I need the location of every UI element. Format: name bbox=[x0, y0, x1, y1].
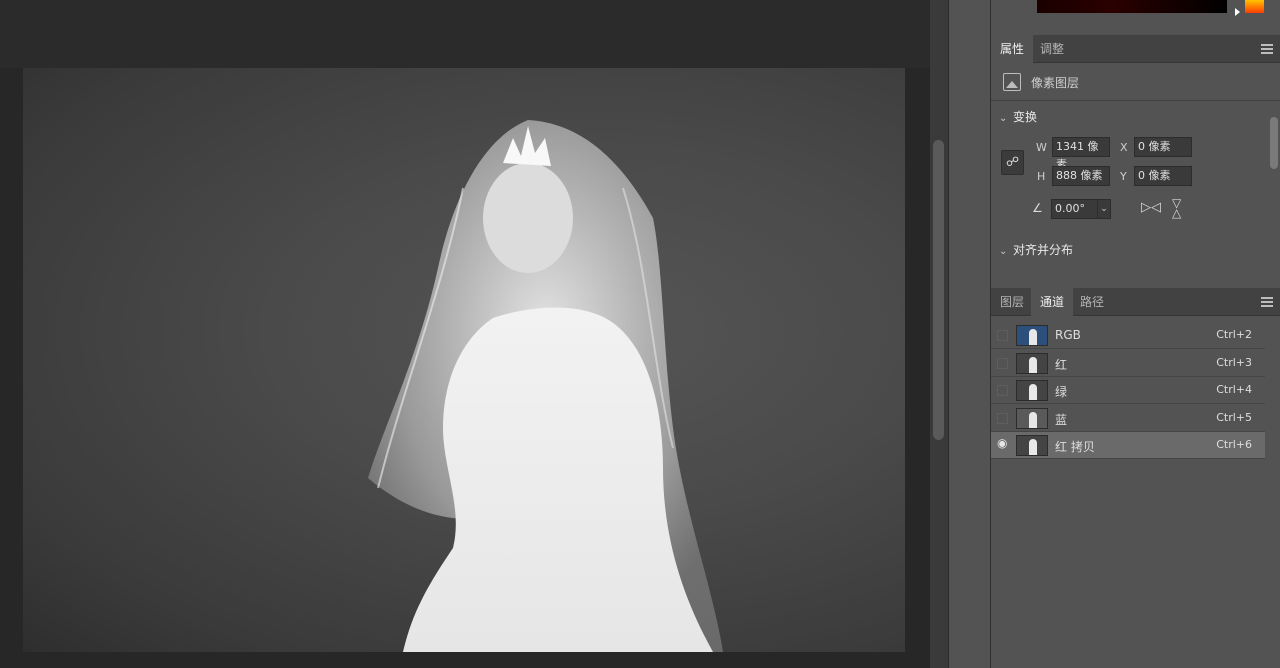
layer-type-label: 像素图层 bbox=[1031, 76, 1080, 90]
color-panel bbox=[991, 0, 1280, 35]
panel-dock-divider bbox=[948, 0, 990, 668]
x-position-field[interactable]: 0 像素 bbox=[1134, 137, 1192, 157]
document-canvas[interactable] bbox=[23, 68, 905, 652]
flip-vertical-icon[interactable]: ▽ △ bbox=[1172, 197, 1181, 219]
transform-title: 变换 bbox=[1013, 110, 1038, 124]
channel-name: RGB bbox=[1055, 328, 1081, 342]
y-label: Y bbox=[1120, 170, 1127, 183]
canvas-workspace[interactable] bbox=[0, 0, 930, 668]
align-distribute-title: 对齐并分布 bbox=[1013, 243, 1074, 257]
visibility-toggle[interactable] bbox=[997, 330, 1008, 341]
properties-tab-bar: 属性 调整 bbox=[991, 35, 1280, 63]
visibility-toggle[interactable] bbox=[997, 358, 1008, 369]
height-label: H bbox=[1037, 170, 1046, 183]
channel-thumbnail bbox=[1016, 435, 1048, 456]
color-marker-icon bbox=[1235, 8, 1240, 16]
current-color-swatch[interactable] bbox=[1245, 0, 1264, 13]
channel-row-blue[interactable]: 蓝 Ctrl+5 bbox=[991, 405, 1265, 432]
right-panel-dock: 属性 调整 像素图层 ⌄ 变换 ☍ W 1341 像素 X 0 像素 H 888 … bbox=[990, 0, 1280, 668]
channel-thumbnail bbox=[1016, 325, 1048, 346]
angle-icon: ∠ bbox=[1032, 201, 1043, 215]
channel-row-red[interactable]: 红 Ctrl+3 bbox=[991, 350, 1265, 377]
scrollbar-thumb[interactable] bbox=[1270, 117, 1278, 169]
link-icon[interactable]: ☍ bbox=[1001, 150, 1024, 175]
channel-shortcut: Ctrl+5 bbox=[1216, 411, 1252, 424]
scrollbar-thumb[interactable] bbox=[933, 140, 944, 440]
width-label: W bbox=[1036, 141, 1047, 154]
color-spectrum-bar[interactable] bbox=[1037, 0, 1227, 13]
tab-channels[interactable]: 通道 bbox=[1031, 288, 1074, 316]
x-label: X bbox=[1120, 141, 1128, 154]
channel-shortcut: Ctrl+2 bbox=[1216, 328, 1252, 341]
channel-shortcut: Ctrl+3 bbox=[1216, 356, 1252, 369]
height-field[interactable]: 888 像素 bbox=[1052, 166, 1110, 186]
tab-properties[interactable]: 属性 bbox=[991, 35, 1034, 63]
channel-row-red-copy[interactable]: ◉ 红 拷贝 Ctrl+6 bbox=[991, 432, 1265, 459]
channel-thumbnail bbox=[1016, 380, 1048, 401]
properties-scrollbar[interactable] bbox=[1268, 105, 1278, 255]
channel-thumbnail bbox=[1016, 408, 1048, 429]
tab-adjustments[interactable]: 调整 bbox=[1031, 35, 1073, 63]
channel-row-rgb[interactable]: RGB Ctrl+2 bbox=[991, 322, 1265, 349]
chevron-down-icon[interactable]: ⌄ bbox=[1097, 199, 1111, 219]
channel-shortcut: Ctrl+6 bbox=[1216, 438, 1252, 451]
channels-tab-bar: 图层 通道 路径 bbox=[991, 288, 1280, 316]
image-icon bbox=[1003, 73, 1021, 91]
hamburger-menu-icon[interactable] bbox=[1261, 297, 1273, 307]
channel-thumbnail bbox=[1016, 353, 1048, 374]
y-position-field[interactable]: 0 像素 bbox=[1134, 166, 1192, 186]
channel-name: 红 拷贝 bbox=[1055, 440, 1095, 454]
chevron-down-icon: ⌄ bbox=[999, 113, 1008, 124]
chevron-down-icon: ⌄ bbox=[999, 246, 1008, 257]
visibility-toggle[interactable] bbox=[997, 385, 1008, 396]
channel-shortcut: Ctrl+4 bbox=[1216, 383, 1252, 396]
channel-name: 蓝 bbox=[1055, 413, 1068, 427]
document-vertical-scrollbar[interactable] bbox=[930, 0, 948, 668]
workspace-top-area bbox=[0, 0, 930, 68]
width-field[interactable]: 1341 像素 bbox=[1052, 137, 1110, 171]
align-distribute-section-header[interactable]: ⌄ 对齐并分布 bbox=[999, 241, 1073, 258]
tab-layers[interactable]: 图层 bbox=[991, 288, 1033, 316]
transform-section-header[interactable]: ⌄ 变换 bbox=[999, 108, 1037, 125]
channel-row-green[interactable]: 绿 Ctrl+4 bbox=[991, 377, 1265, 404]
eye-icon[interactable]: ◉ bbox=[997, 436, 1008, 450]
visibility-toggle[interactable] bbox=[997, 413, 1008, 424]
rotation-angle-field[interactable]: 0.00° bbox=[1051, 199, 1099, 219]
hamburger-menu-icon[interactable] bbox=[1261, 44, 1273, 54]
channel-name: 绿 bbox=[1055, 385, 1068, 399]
tab-paths[interactable]: 路径 bbox=[1071, 288, 1113, 316]
channel-name: 红 bbox=[1055, 358, 1068, 372]
bride-photo bbox=[368, 120, 723, 652]
layer-type-row: 像素图层 bbox=[991, 63, 1280, 101]
flip-horizontal-icon[interactable]: ▷◁ bbox=[1141, 200, 1161, 215]
